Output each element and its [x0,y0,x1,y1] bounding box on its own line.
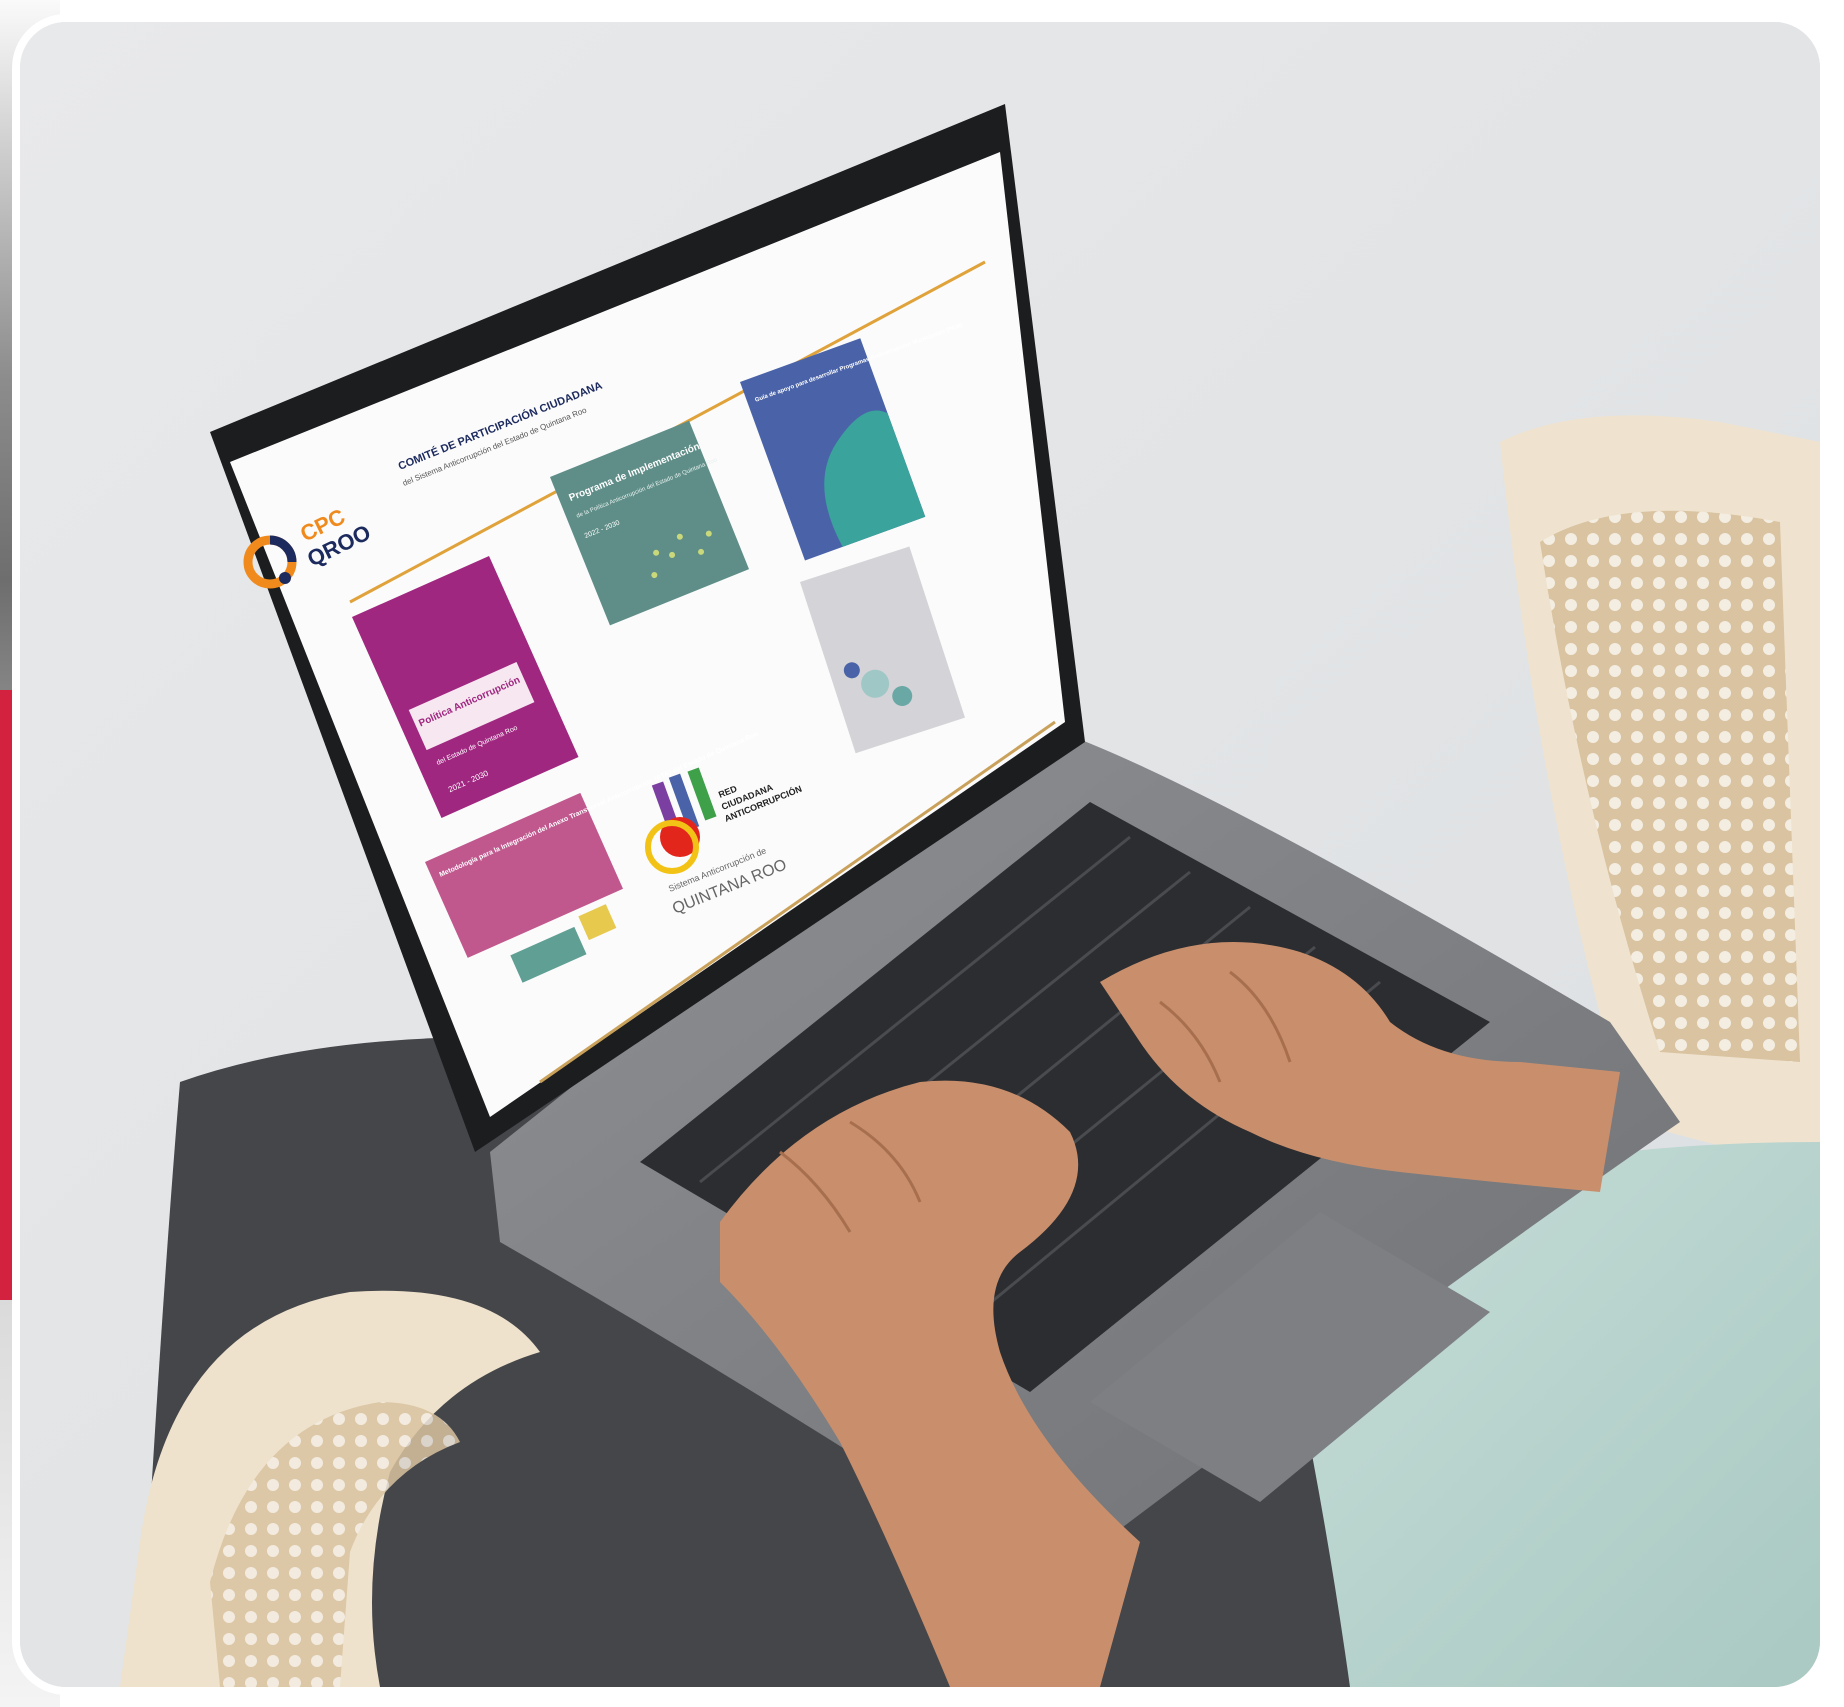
image-frame: CPC QROO COMITÉ DE PARTICIPACIÓN CIUDADA… [0,0,1844,1707]
photo-card: CPC QROO COMITÉ DE PARTICIPACIÓN CIUDADA… [20,22,1820,1687]
laptop-photo: CPC QROO COMITÉ DE PARTICIPACIÓN CIUDADA… [20,22,1820,1687]
